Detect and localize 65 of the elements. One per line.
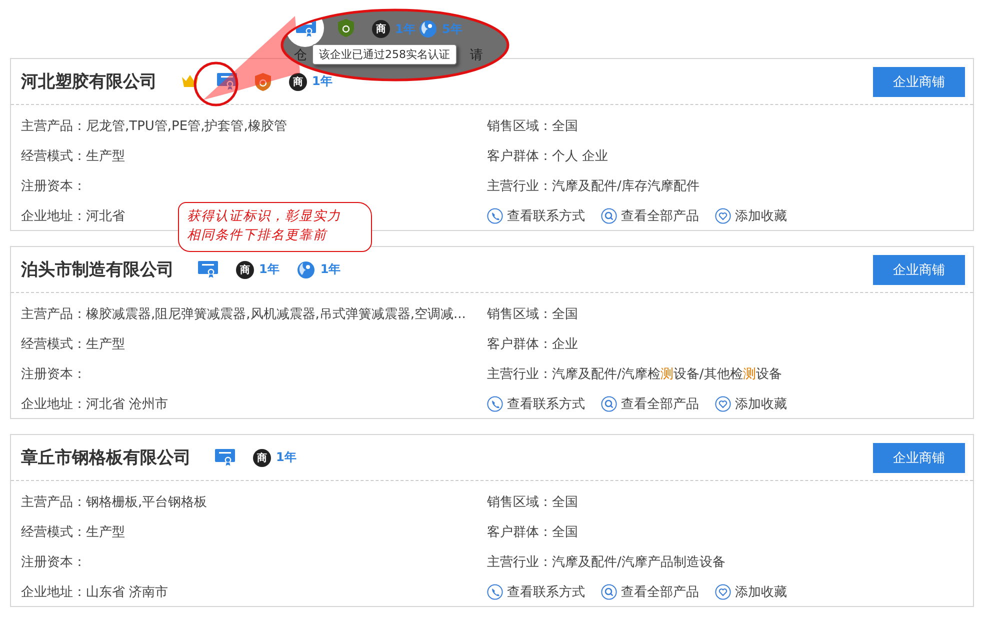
tooltip: 该企业已通过258实名认证 bbox=[312, 44, 457, 65]
years-label: 5年 bbox=[442, 20, 462, 38]
crown-icon bbox=[181, 74, 199, 89]
info-text: 经营模式：生产型 bbox=[21, 148, 125, 165]
shop-button[interactable]: 企业商铺 bbox=[873, 66, 965, 96]
action-link[interactable]: 查看全部产品 bbox=[621, 207, 699, 225]
search-icon bbox=[601, 208, 617, 224]
action-link[interactable]: 查看联系方式 bbox=[507, 395, 585, 413]
info-text: 注册资本： bbox=[21, 554, 86, 571]
info-text: 销售区域：全国 bbox=[487, 494, 578, 511]
certificate-icon[interactable] bbox=[215, 449, 235, 466]
phone-icon bbox=[487, 584, 503, 600]
years-label: 1年 bbox=[312, 73, 332, 90]
info-text: 经营模式：生产型 bbox=[21, 336, 125, 353]
shop-button[interactable]: 企业商铺 bbox=[873, 442, 965, 472]
info-text: 经营模式：生产型 bbox=[21, 524, 125, 541]
shield-icon[interactable] bbox=[338, 19, 354, 37]
action-link[interactable]: 添加收藏 bbox=[735, 583, 787, 601]
phone-icon bbox=[487, 396, 503, 412]
info-text: 客户群体：个人 企业 bbox=[487, 148, 608, 165]
years-label: 1年 bbox=[276, 449, 296, 466]
action-link[interactable]: 添加收藏 bbox=[735, 207, 787, 225]
trade-badge[interactable]: 商 bbox=[236, 260, 254, 278]
highlight-ring bbox=[194, 62, 238, 106]
info-text: 注册资本： bbox=[21, 366, 86, 383]
info-text: 主营产品：钢格栅板,平台钢格板 bbox=[21, 494, 208, 511]
text-fragment: 仓 bbox=[294, 47, 307, 64]
trade-badge[interactable]: 商 bbox=[253, 448, 271, 466]
search-icon bbox=[601, 584, 617, 600]
action-link[interactable]: 查看联系方式 bbox=[507, 207, 585, 225]
certificate-icon[interactable] bbox=[198, 261, 218, 278]
years-label: 1年 bbox=[259, 261, 280, 278]
info-text: 客户群体：全国 bbox=[487, 524, 578, 541]
note-text: 获得认证标识，彰显实力 bbox=[187, 208, 342, 226]
trade-badge[interactable]: 商 bbox=[289, 72, 307, 90]
globe-icon[interactable] bbox=[297, 260, 316, 278]
action-link[interactable]: 查看联系方式 bbox=[507, 583, 585, 601]
search-icon bbox=[601, 396, 617, 412]
info-text: 主营产品：橡胶减震器,阻尼弹簧减震器,风机减震器,吊式弹簧减震器,空调减... bbox=[21, 306, 466, 323]
info-text: 销售区域：全国 bbox=[487, 306, 578, 323]
company-name[interactable]: 章丘市钢格板有限公司 bbox=[21, 446, 191, 469]
action-link[interactable]: 查看全部产品 bbox=[621, 395, 699, 413]
action-link[interactable]: 查看全部产品 bbox=[621, 583, 699, 601]
info-text: 企业地址：河北省 沧州市 bbox=[21, 396, 168, 413]
action-link[interactable]: 添加收藏 bbox=[735, 395, 787, 413]
certificate-icon[interactable] bbox=[217, 73, 237, 90]
info-text: 主营行业：汽摩及配件/汽摩产品制造设备 bbox=[487, 554, 726, 571]
info-text: 主营行业：汽摩及配件/库存汽摩配件 bbox=[487, 178, 700, 195]
info-text: 注册资本： bbox=[21, 178, 86, 195]
globe-icon[interactable] bbox=[419, 20, 437, 38]
info-text: 企业地址：山东省 济南市 bbox=[21, 584, 168, 601]
info-text: 客户群体：企业 bbox=[487, 336, 578, 353]
years-label: 1年 bbox=[395, 20, 416, 38]
note-text: 相同条件下排名更靠前 bbox=[187, 227, 328, 245]
shop-button[interactable]: 企业商铺 bbox=[873, 254, 965, 284]
info-text: 主营行业：汽摩及配件/汽摩检测设备/其他检测设备 bbox=[487, 366, 782, 383]
company-name[interactable]: 泊头市制造有限公司 bbox=[21, 258, 174, 281]
text-fragment: 请 bbox=[470, 47, 483, 64]
shield-icon[interactable] bbox=[255, 72, 271, 90]
info-text: 主营产品：尼龙管,TPU管,PE管,护套管,橡胶管 bbox=[21, 118, 287, 135]
years-label: 1年 bbox=[320, 261, 341, 278]
info-text: 销售区域：全国 bbox=[487, 118, 578, 135]
phone-icon bbox=[487, 208, 503, 224]
company-name[interactable]: 河北塑胶有限公司 bbox=[21, 70, 157, 93]
info-text: 企业地址：河北省 bbox=[21, 208, 125, 225]
